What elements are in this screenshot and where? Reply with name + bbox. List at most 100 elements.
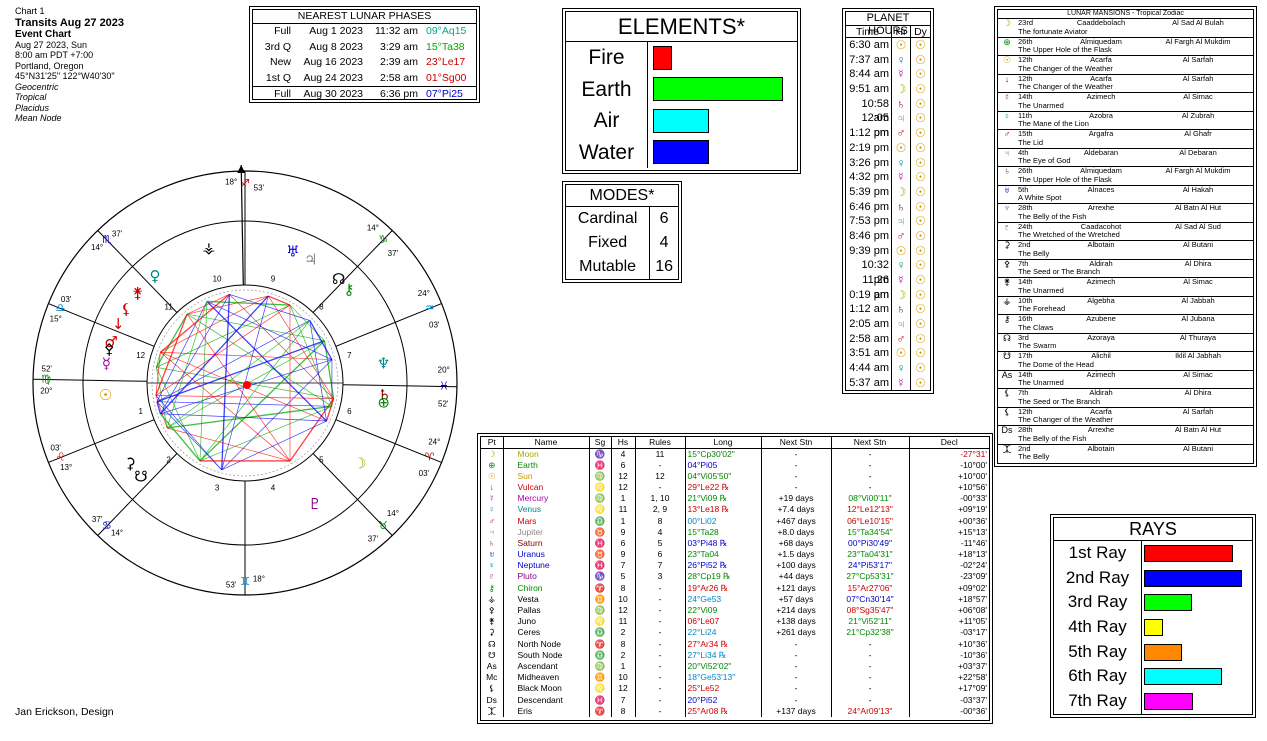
- mansion-planet-icon: ♄: [1003, 166, 1011, 176]
- mansion-name: Azubene: [1086, 314, 1116, 323]
- next-station-days: +261 days: [761, 627, 832, 639]
- lunar-phase-time: 3:29 am: [380, 40, 418, 53]
- longitude: 29°Le22 ℞: [685, 481, 762, 494]
- mode-row: Mutable 16: [566, 255, 678, 279]
- table-row: ♂ Mars ♎ 1 8 00°Li02 +467 days 06°Le10'15" +00°3…: [481, 515, 989, 527]
- planet-hour-glyph-icon: ♀: [892, 155, 911, 171]
- planet-name: Pallas: [503, 604, 590, 617]
- planet-hour-row: 6:46 pm ♄ ☉: [846, 199, 930, 215]
- mode-label: Cardinal: [566, 207, 651, 231]
- cusp-label: 24° ♒ 03': [418, 289, 440, 330]
- planet-glyph-icon: ⯰: [481, 705, 504, 717]
- mansion-row: ♃ 4th Aldebaran Al Debaran The Eye of God: [998, 147, 1253, 167]
- table-header: Rules: [635, 437, 686, 449]
- cusp-degree: 14°: [111, 528, 123, 537]
- mansion-row: ⚴ 7th Aldirah Al Dhira The Seed or The Branc…: [998, 258, 1253, 278]
- mansion-planet-icon: ☋: [1003, 351, 1011, 361]
- mansion-row: ⚸ 7th Aldirah Al Dhira The Seed or The Branc…: [998, 388, 1253, 407]
- cusp-minutes: 03': [51, 443, 62, 452]
- mansion-planet-icon: ☊: [1003, 332, 1011, 343]
- house-number: 8: [611, 638, 636, 650]
- mansion-row: As 14th Azimech Al Simac The Unarmed: [998, 369, 1253, 389]
- planet-hour-glyph-icon: ♄: [892, 302, 911, 318]
- mansion-name: Alnaces: [1087, 184, 1115, 194]
- longitude: 04°Pi05: [685, 459, 762, 471]
- planet-hour-time: 9:51 am: [846, 82, 892, 97]
- lunar-phase-position: 23°Le17: [426, 56, 466, 68]
- planet-day-glyph-icon: ☉: [915, 126, 926, 141]
- cusp-label: 18°♊53': [226, 575, 265, 590]
- table-row: ☽ Moon ♑ 4 11 15°Cp30'02" - - -27°31': [481, 448, 989, 460]
- cusp-minutes: 37': [388, 249, 399, 258]
- next-station-days: +214 days: [761, 604, 832, 617]
- planet-hour-glyph-icon: ♀: [892, 52, 911, 68]
- mansion-description: The Belly of the Fish: [1018, 433, 1087, 443]
- lunar-phase-time: 11:32 am: [375, 25, 418, 37]
- mansion-description: The Upper Hole of the Flask: [1018, 45, 1112, 54]
- sign-glyph-icon: ♓: [589, 459, 612, 471]
- mansion-row: ⚷ 16th Azubene Al Jubana The Claws: [998, 314, 1253, 333]
- longitude: 27°Ar34 ℞: [685, 638, 762, 650]
- planet-day-glyph-icon: ☉: [915, 302, 926, 317]
- next-station-days: +138 days: [761, 616, 832, 628]
- ray-bar: [1144, 643, 1183, 661]
- next-station-position: -: [831, 481, 910, 494]
- planet-hour-time: 10:32 pm: [846, 258, 892, 286]
- mansion-row: ☽ 23rd Caaddebolach Al Sad Al Bulah The fort…: [998, 18, 1253, 37]
- house-number: 1: [611, 660, 636, 673]
- ray-label: 7th Ray: [1054, 689, 1142, 714]
- cusp-minutes: 03': [419, 469, 430, 478]
- table-row: ⚷ Chiron ♈ 8-19°Ar26 ℞ +121 days 15°Ar27'06" +…: [481, 582, 989, 594]
- cusp-minutes: 37': [368, 534, 379, 543]
- cusp-minutes: 52': [42, 365, 53, 374]
- lunar-phase-position: 01°Sg00: [426, 71, 467, 84]
- mansion-description: The Belly: [1018, 452, 1050, 461]
- declination: +00°36': [958, 515, 987, 526]
- rules-houses: 1, 10: [635, 493, 686, 505]
- mansion-name: Azimech: [1086, 369, 1116, 379]
- longitude: 25°Ar08 ℞: [685, 705, 762, 717]
- sign-glyph-icon: ♌: [589, 504, 612, 516]
- planet-hour-row: 6:30 am ☉ ☉: [846, 38, 930, 53]
- planet-hour-glyph-icon: ☉: [892, 346, 911, 362]
- longitude: 19°Ar26 ℞: [685, 582, 762, 594]
- chart-info: Chart 1 Transits Aug 27 2023 Event Chart…: [15, 6, 235, 124]
- next-station-days: -: [761, 683, 832, 695]
- next-station-position: 08°Sg35'47": [831, 604, 910, 617]
- planet-hour-glyph-icon: ☉: [892, 38, 911, 53]
- longitude: 20°Vi52'02": [685, 660, 762, 673]
- mansion-arabic-name: Al Dhira: [1184, 388, 1212, 397]
- mansion-planet-icon: ☿: [1003, 92, 1011, 102]
- house-number: 10: [611, 672, 636, 684]
- mansion-arabic-name: Al Jabbah: [1181, 295, 1215, 305]
- planet-day-glyph-icon: ☉: [915, 111, 926, 126]
- planet-day-glyph-icon: ☉: [915, 375, 926, 390]
- mansion-description: The Dome of the Head: [1018, 359, 1094, 369]
- mansion-planet-icon: ⚴: [1003, 258, 1011, 269]
- mode-value: 6: [659, 210, 669, 227]
- next-station-position: 24°Ar09'13": [831, 705, 910, 717]
- declination: +06°08': [958, 605, 987, 616]
- col-hr: Hr: [892, 26, 911, 38]
- sign-glyph-icon: ♊: [589, 593, 612, 605]
- planet-table: Pt Name Sg Hs Rules Long Next Stn Next Stn Decl …: [480, 436, 990, 721]
- planet-hour-glyph-icon: ♄: [892, 199, 911, 215]
- ray-bar: [1144, 618, 1164, 636]
- planet-glyph-icon: ⚷: [481, 582, 504, 594]
- cusp-sign-icon: ♈: [425, 451, 435, 464]
- rules-houses: -: [635, 705, 686, 717]
- planet-glyph-icon: ♆: [481, 560, 504, 572]
- planet-glyph-icon: ⚴: [104, 340, 115, 358]
- planet-hour-time: 0:19 am: [846, 287, 892, 303]
- mansion-name: Albotain: [1087, 443, 1115, 453]
- mode-value: 4: [659, 234, 669, 251]
- planet-hour-row: 2:19 pm ☉ ☉: [846, 140, 930, 156]
- next-station-position: 15°Ar27'06": [831, 582, 910, 594]
- longitude: 28°Cp19 ℞: [685, 571, 762, 583]
- planet-hour-glyph-icon: ☿: [892, 67, 911, 83]
- mansion-description: A White Spot: [1018, 193, 1062, 202]
- mansion-name: Azimech: [1086, 277, 1116, 286]
- planet-glyph-icon: ⚸: [481, 683, 504, 695]
- sign-glyph-icon: ♑: [589, 571, 612, 583]
- mansion-row: ♂ 15th Argafra Al Ghafr The Lid: [998, 129, 1253, 148]
